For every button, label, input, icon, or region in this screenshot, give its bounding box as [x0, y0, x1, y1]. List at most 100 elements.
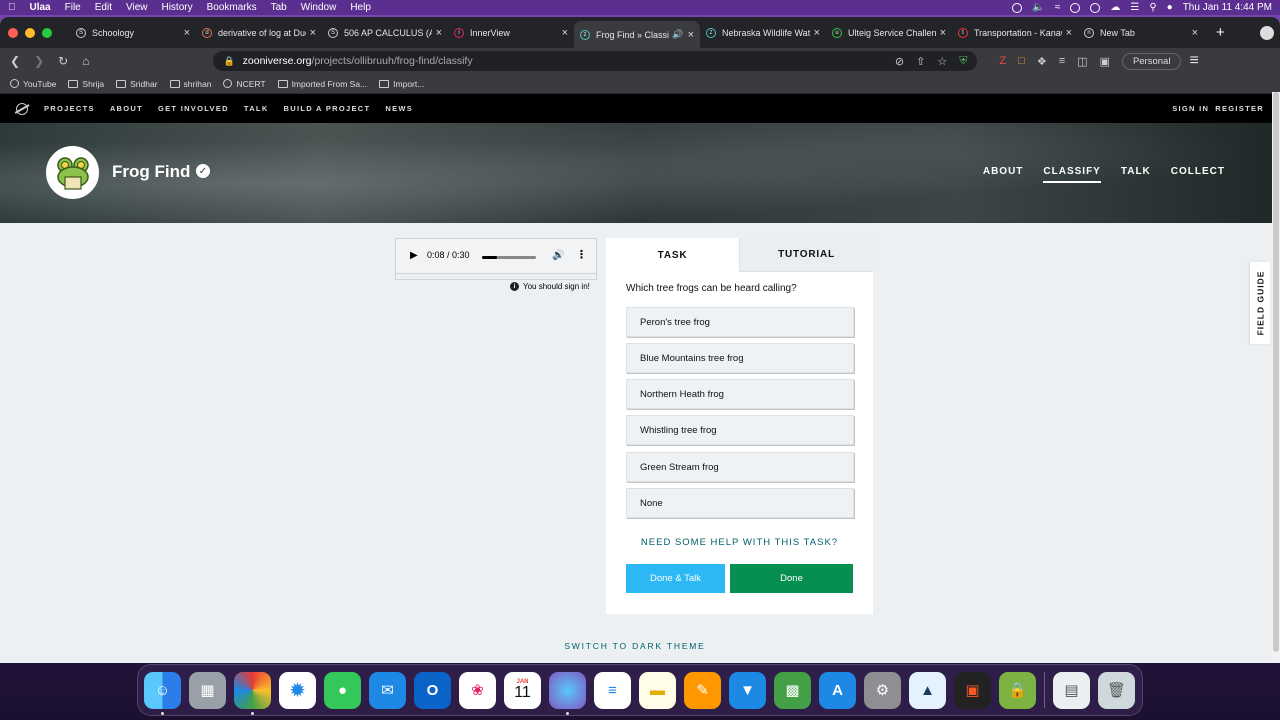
downloads-icon[interactable]: ▤: [1053, 671, 1090, 709]
ulaa-icon[interactable]: [234, 671, 271, 715]
tab-close-icon[interactable]: ×: [1192, 27, 1198, 39]
answer-option[interactable]: Blue Mountains tree frog: [626, 343, 854, 373]
tracking-block-icon[interactable]: ⊘: [895, 55, 904, 68]
browser-menu-icon[interactable]: ≡: [1189, 52, 1198, 70]
project-nav-classify[interactable]: CLASSIFY: [1043, 166, 1101, 183]
photos-icon[interactable]: ❀: [459, 671, 496, 709]
address-bar[interactable]: 🔒 zooniverse.org/projects/ollibruuh/frog…: [213, 51, 978, 71]
menu-view[interactable]: View: [126, 2, 148, 13]
tab-duckduckgo[interactable]: d derivative of log at Duck ×: [196, 21, 322, 45]
bookmark-ncert[interactable]: NCERT: [223, 79, 266, 89]
tab-audio-icon[interactable]: 🔊: [672, 29, 683, 40]
project-avatar[interactable]: [46, 146, 99, 199]
safari-icon[interactable]: ✹: [279, 671, 316, 709]
answer-option[interactable]: Green Stream frog: [626, 452, 854, 482]
zoom-window-icon[interactable]: [42, 27, 52, 38]
reload-icon[interactable]: ↻: [58, 54, 68, 68]
answer-option[interactable]: Peron's tree frog: [626, 307, 854, 337]
zotero-extension-icon[interactable]: Z: [999, 55, 1006, 67]
back-arrow-icon[interactable]: ❮: [10, 54, 20, 68]
preview-icon[interactable]: ▲: [909, 671, 946, 709]
cloud-icon[interactable]: ☁: [1110, 2, 1120, 13]
extensions-puzzle-icon[interactable]: ❖: [1037, 55, 1047, 68]
done-button[interactable]: Done: [730, 564, 853, 593]
tab-new-tab[interactable]: n New Tab ×: [1078, 21, 1204, 45]
task-help-link[interactable]: NEED SOME HELP WITH THIS TASK?: [606, 537, 873, 548]
field-guide-button[interactable]: FIELD GUIDE: [1250, 262, 1270, 344]
bookmark-shrihan[interactable]: shrihan: [169, 79, 211, 89]
audio-player[interactable]: ▶ 0:08 / 0:30 🔊 ⋮: [395, 238, 597, 274]
project-nav-collect[interactable]: COLLECT: [1171, 166, 1225, 183]
gpt-icon[interactable]: [1090, 2, 1101, 13]
nav-projects[interactable]: PROJECTS: [44, 104, 95, 113]
control-center-icon[interactable]: ☰: [1130, 2, 1139, 13]
scrollbar-thumb[interactable]: [1273, 92, 1279, 652]
bookmark-star-icon[interactable]: ☆: [937, 55, 947, 68]
wifi-icon[interactable]: ≈: [1055, 2, 1061, 13]
profile-button[interactable]: Personal: [1121, 52, 1182, 70]
calendar-icon[interactable]: JAN 11: [504, 671, 541, 709]
forward-arrow-icon[interactable]: ❯: [34, 54, 44, 68]
audio-progress-track[interactable]: [482, 256, 536, 259]
nav-talk[interactable]: TALK: [244, 104, 269, 113]
close-window-icon[interactable]: [8, 27, 18, 38]
shield-icon[interactable]: ⛨: [959, 55, 967, 68]
mail-icon[interactable]: ✉: [369, 671, 406, 709]
tab-task[interactable]: TASK: [606, 238, 739, 272]
register-link[interactable]: REGISTER: [1215, 104, 1264, 113]
answer-option[interactable]: Northern Heath frog: [626, 379, 854, 409]
bookmark-sridhar[interactable]: Sridhar: [116, 79, 158, 89]
bookmark-shrija[interactable]: Shrija: [68, 79, 104, 89]
tab-close-icon[interactable]: ×: [814, 27, 820, 39]
more-options-icon[interactable]: ⋮: [576, 248, 587, 261]
record-status-icon[interactable]: [1012, 2, 1023, 13]
reminders-icon[interactable]: ≡: [594, 671, 631, 709]
sign-in-link[interactable]: SIGN IN: [1172, 104, 1209, 113]
done-and-talk-button[interactable]: Done & Talk: [626, 564, 725, 593]
finder-icon[interactable]: ☺: [144, 671, 181, 715]
apple-menu-icon[interactable]: : [8, 2, 16, 13]
answer-option[interactable]: Whistling tree frog: [626, 415, 854, 445]
menu-bookmarks[interactable]: Bookmarks: [207, 2, 257, 13]
tab-close-icon[interactable]: ×: [436, 27, 442, 39]
nav-about[interactable]: ABOUT: [110, 104, 143, 113]
tab-close-icon[interactable]: ×: [562, 27, 568, 39]
bookmark-imported-safari[interactable]: Imported From Sa...: [277, 79, 367, 89]
new-tab-plus-icon[interactable]: +: [1216, 24, 1225, 41]
search-spotlight-icon[interactable]: ⚲: [1149, 2, 1156, 13]
terminal-icon[interactable]: ▣: [954, 671, 991, 709]
volume-icon[interactable]: 🔈: [1032, 2, 1044, 13]
screenshot-icon[interactable]: [549, 671, 586, 715]
outlook-icon[interactable]: O: [414, 671, 451, 709]
zooniverse-logo-icon[interactable]: [16, 102, 28, 115]
siri-icon[interactable]: ●: [1167, 2, 1173, 13]
menu-history[interactable]: History: [161, 2, 192, 13]
numbers-icon[interactable]: ▩: [774, 671, 811, 709]
project-title[interactable]: Frog Find: [112, 162, 190, 182]
account-avatar-icon[interactable]: [1260, 25, 1274, 40]
tab-tutorial[interactable]: TUTORIAL: [739, 238, 873, 272]
menu-help[interactable]: Help: [350, 2, 371, 13]
tab-close-icon[interactable]: ×: [310, 27, 316, 39]
tab-close-icon[interactable]: ×: [1066, 27, 1072, 39]
tab-close-icon[interactable]: ×: [184, 27, 190, 39]
tab-ulteig[interactable]: u Ulteig Service Challenge ×: [826, 21, 952, 45]
project-nav-about[interactable]: ABOUT: [983, 166, 1024, 183]
tab-close-icon[interactable]: ×: [688, 29, 694, 41]
tab-nebraska-wildlife[interactable]: z Nebraska Wildlife Watch ×: [700, 21, 826, 45]
trash-icon[interactable]: 🗑: [1098, 671, 1135, 709]
tab-search-icon[interactable]: ▣: [1100, 55, 1110, 68]
launchpad-icon[interactable]: ▦: [189, 671, 226, 709]
notes-icon[interactable]: ▬: [639, 671, 676, 709]
messages-icon[interactable]: ●: [324, 671, 361, 709]
clock-datetime[interactable]: Thu Jan 11 4:44 PM: [1183, 2, 1272, 13]
nav-get-involved[interactable]: GET INVOLVED: [158, 104, 229, 113]
nav-news[interactable]: NEWS: [385, 104, 413, 113]
answer-option[interactable]: None: [626, 488, 854, 518]
tab-close-icon[interactable]: ×: [940, 27, 946, 39]
share-icon[interactable]: ⇧: [916, 55, 925, 68]
menu-tab[interactable]: Tab: [271, 2, 287, 13]
extension-box-icon[interactable]: □: [1018, 55, 1025, 67]
pages-icon[interactable]: ✎: [684, 671, 721, 709]
home-icon[interactable]: ⌂: [82, 54, 89, 68]
